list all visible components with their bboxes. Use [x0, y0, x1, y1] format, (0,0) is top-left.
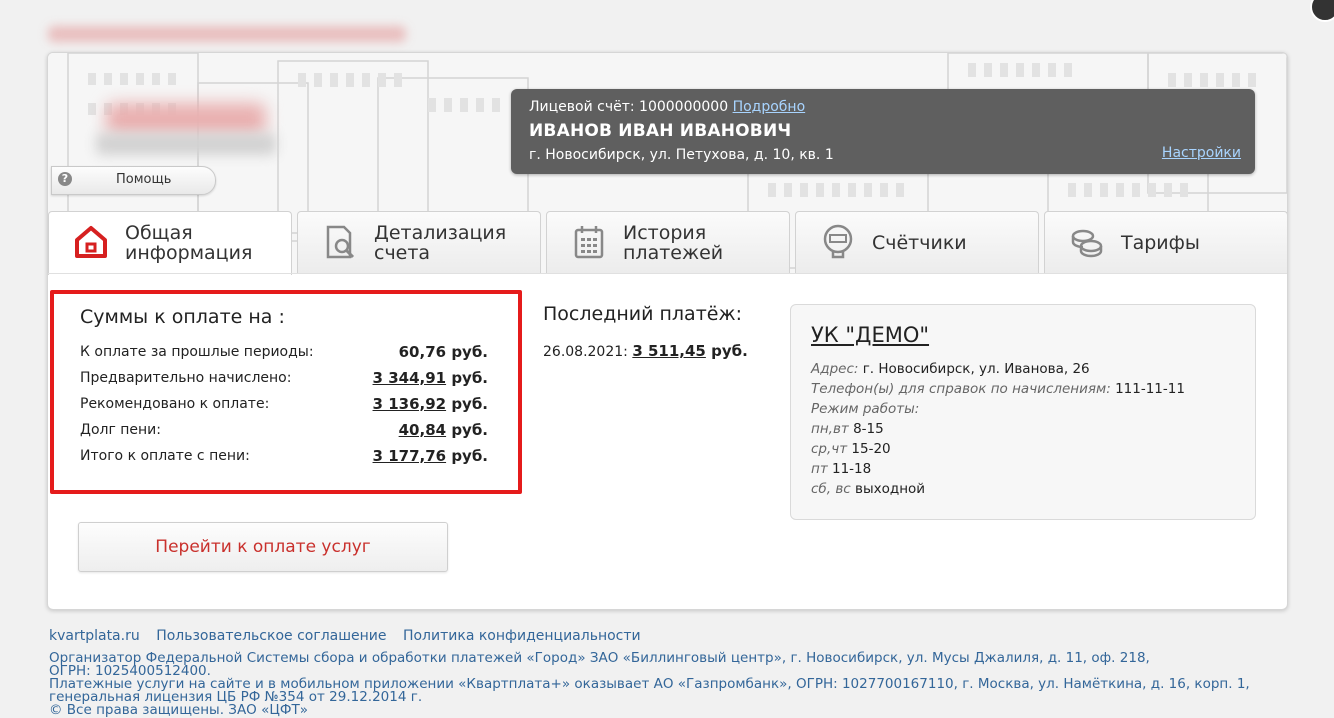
- help-button[interactable]: ? Помощь: [51, 166, 216, 195]
- sum-value: 3 177,76 руб.: [372, 447, 488, 465]
- tab-label: Общая информация: [125, 222, 253, 264]
- tab-label: История платежей: [623, 222, 724, 264]
- uk-address: Адрес: г. Новосибирск, ул. Иванова, 26: [811, 361, 1090, 377]
- sum-value-link[interactable]: 3 344,91: [373, 369, 447, 387]
- sum-label: Рекомендовано к оплате:: [80, 396, 270, 412]
- tab-divider: [48, 273, 1287, 274]
- account-holder-name: ИВАНОВ ИВАН ИВАНОВИЧ: [529, 121, 792, 141]
- footer-link-site[interactable]: kvartplata.ru: [49, 628, 140, 644]
- blurred-breadcrumb: [48, 26, 406, 42]
- uk-hours-row: пт 11-18: [811, 461, 872, 477]
- sum-label: Долг пени:: [80, 422, 161, 438]
- account-panel: Лицевой счёт: 1000000000 Подробно ИВАНОВ…: [511, 89, 1255, 174]
- last-payment-date: 26.08.2021:: [543, 344, 628, 360]
- tab-meters[interactable]: Счётчики: [795, 211, 1039, 273]
- uk-hours-title: Режим работы:: [811, 401, 920, 417]
- tab-label: Детализация счета: [374, 222, 507, 264]
- tab-general-info[interactable]: Общая информация: [48, 211, 292, 275]
- tab-label: Тарифы: [1121, 232, 1200, 254]
- account-address: г. Новосибирск, ул. Петухова, д. 10, кв.…: [529, 147, 834, 163]
- tab-bill-details[interactable]: Детализация счета: [297, 211, 541, 273]
- logo-subtitle: [96, 133, 276, 155]
- management-company-panel: УК "ДЕМО" Адрес: г. Новосибирск, ул. Ива…: [790, 304, 1256, 520]
- account-number: Лицевой счёт: 1000000000: [529, 99, 729, 115]
- sum-value: 60,76 руб.: [398, 343, 488, 361]
- uk-phone: Телефон(ы) для справок по начислениям: 1…: [811, 381, 1185, 397]
- calendar-icon: [574, 226, 604, 259]
- sum-value-link[interactable]: 3 177,76: [373, 447, 447, 465]
- tab-label: Счётчики: [872, 232, 967, 254]
- management-company-title[interactable]: УК "ДЕМО": [811, 323, 929, 347]
- footer: kvartplata.ru Пользовательское соглашени…: [49, 628, 1329, 717]
- tab-bar: Общая информация Детализация счета Истор…: [48, 211, 1287, 275]
- footer-links: kvartplata.ru Пользовательское соглашени…: [49, 628, 1329, 644]
- last-payment-title: Последний платёж:: [543, 303, 742, 325]
- main-card: ? Помощь Лицевой счёт: 1000000000 Подроб…: [47, 52, 1288, 610]
- help-label: Помощь: [116, 172, 172, 187]
- question-icon: ?: [58, 172, 72, 186]
- uk-hours-row: пн,вт 8-15: [811, 421, 884, 437]
- uk-hours-row: сб, вс выходной: [811, 481, 926, 497]
- sum-value: 3 344,91 руб.: [372, 369, 488, 387]
- sum-value-link[interactable]: 40,84: [399, 421, 446, 439]
- last-payment-row: 26.08.2021: 3 511,45 руб.: [543, 342, 748, 360]
- account-number-line: Лицевой счёт: 1000000000 Подробно: [529, 99, 805, 115]
- home-icon: [75, 226, 107, 258]
- tab-tariffs[interactable]: Тарифы: [1044, 211, 1287, 273]
- sum-value-link[interactable]: 3 136,92: [373, 395, 447, 413]
- go-to-payment-button[interactable]: Перейти к оплате услуг: [78, 522, 448, 572]
- close-icon[interactable]: [1310, 0, 1334, 22]
- sum-value: 3 136,92 руб.: [372, 395, 488, 413]
- footer-line: © Все права защищены. ЗАО «ЦФТ»: [49, 702, 308, 718]
- footer-legal-text: Организатор Федеральной Системы сбора и …: [49, 650, 1329, 718]
- sum-label: Итого к оплате с пени:: [80, 448, 250, 464]
- tab-payment-history[interactable]: История платежей: [546, 211, 790, 273]
- uk-hours-row: ср,чт 15-20: [811, 441, 891, 457]
- coins-icon: [1071, 229, 1103, 258]
- logo: [106, 103, 266, 135]
- settings-link[interactable]: Настройки: [1162, 145, 1241, 161]
- last-payment-amount[interactable]: 3 511,45: [632, 342, 706, 360]
- sums-panel: Суммы к оплате на : К оплате за прошлые …: [50, 290, 522, 494]
- footer-line: Организатор Федеральной Системы сбора и …: [49, 650, 1150, 666]
- footer-link-privacy[interactable]: Политика конфиденциальности: [403, 628, 641, 644]
- sums-title: Суммы к оплате на :: [80, 306, 285, 328]
- sum-label: Предварительно начислено:: [80, 370, 292, 386]
- meter-icon: [823, 224, 853, 259]
- account-details-link[interactable]: Подробно: [733, 99, 806, 115]
- sum-label: К оплате за прошлые периоды:: [80, 344, 314, 360]
- document-search-icon: [326, 225, 355, 259]
- sum-value: 40,84 руб.: [398, 421, 488, 439]
- footer-link-agreement[interactable]: Пользовательское соглашение: [156, 628, 386, 644]
